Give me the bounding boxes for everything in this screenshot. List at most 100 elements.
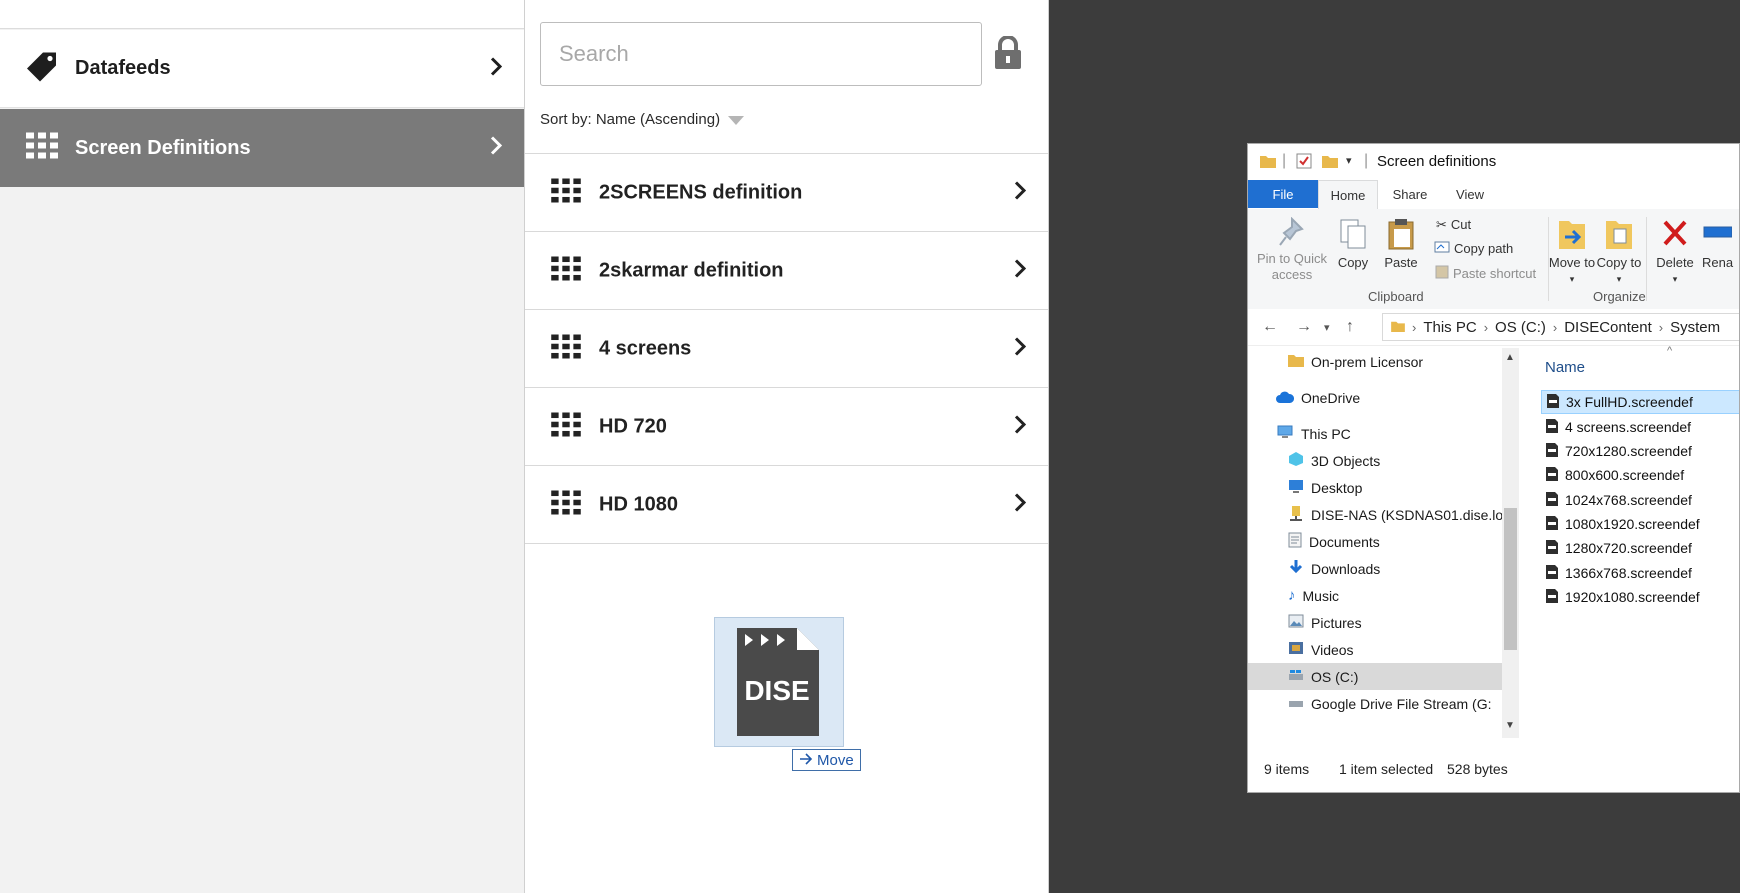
explorer-titlebar: | ▾ | Screen definitions <box>1248 144 1739 180</box>
tree-item[interactable]: OS (C:) <box>1248 663 1502 690</box>
file-name: 3x FullHD.screendef <box>1566 394 1693 410</box>
tree-item[interactable]: Desktop <box>1288 474 1362 501</box>
chevron-right-icon <box>1014 492 1027 517</box>
arrow-right-icon <box>799 752 813 769</box>
move-label-text: Move <box>817 751 854 769</box>
drag-move-tooltip: Move <box>792 749 861 771</box>
scroll-down-icon[interactable]: ▼ <box>1505 720 1515 731</box>
tree-item[interactable]: OneDrive <box>1276 384 1360 411</box>
file-item[interactable]: 3x FullHD.screendef <box>1541 390 1739 414</box>
rename-button[interactable]: Rena <box>1702 217 1739 271</box>
copy-to-icon <box>1606 221 1632 249</box>
tree-item[interactable]: Videos <box>1288 636 1354 663</box>
list-item[interactable]: HD 720 <box>525 388 1048 466</box>
file-name: 1920x1080.screendef <box>1565 589 1700 605</box>
tree-item[interactable]: On-prem Licensor <box>1288 348 1423 375</box>
ribbon: Pin to Quick access Copy Paste ✂ Cut Cop… <box>1248 209 1739 310</box>
tab-file[interactable]: File <box>1248 180 1318 208</box>
file-item[interactable]: 1280x720.screendef <box>1541 536 1692 560</box>
drag-ghost-file: DISE <box>714 617 844 747</box>
list-item[interactable]: 2SCREENS definition <box>525 154 1048 232</box>
tree-item[interactable]: Google Drive File Stream (G: <box>1288 690 1492 717</box>
file-item[interactable]: 1920x1080.screendef <box>1541 585 1700 609</box>
tab-home[interactable]: Home <box>1318 180 1378 209</box>
tree-item[interactable]: 3D Objects <box>1288 447 1380 474</box>
list-item-label: 2SCREENS definition <box>599 181 803 203</box>
drive-icon <box>1288 668 1304 685</box>
tree-item-label: This PC <box>1301 425 1351 442</box>
ribbon-tabs: File Home Share View <box>1248 180 1739 210</box>
breadcrumb-item[interactable]: System <box>1670 319 1720 336</box>
move-to-button[interactable]: Move to ▾ <box>1548 217 1596 287</box>
screendef-file-icon <box>1545 418 1559 437</box>
breadcrumb-item[interactable]: This PC <box>1423 319 1476 336</box>
delete-label: Delete <box>1656 255 1694 270</box>
properties-icon[interactable] <box>1296 153 1312 174</box>
quick-access-dropdown-icon[interactable]: ▾ <box>1346 154 1352 167</box>
pin-to-quick-access-button[interactable]: Pin to Quick access <box>1254 216 1330 283</box>
tree-item-label: 3D Objects <box>1311 452 1381 469</box>
scrollbar-thumb[interactable] <box>1504 508 1517 650</box>
file-explorer-window: | ▾ | Screen definitions File Home Share… <box>1247 143 1740 793</box>
list-item[interactable]: 4 screens <box>525 310 1048 388</box>
list-item[interactable]: 2skarmar definition <box>525 232 1048 310</box>
screendef-file-icon <box>1545 588 1559 607</box>
file-item[interactable]: 720x1280.screendef <box>1541 439 1692 463</box>
caret-down-icon <box>728 116 745 125</box>
tab-share[interactable]: Share <box>1380 180 1440 208</box>
new-folder-icon[interactable] <box>1322 154 1338 173</box>
screendef-file-icon <box>1545 442 1559 461</box>
definitions-list: 2SCREENS definition 2skarmar definition … <box>525 153 1048 544</box>
tree-item[interactable]: Downloads <box>1288 555 1380 582</box>
lock-icon[interactable] <box>993 35 1023 75</box>
copy-to-button[interactable]: Copy to ▾ <box>1596 217 1642 287</box>
paste-button[interactable]: Paste <box>1378 217 1424 271</box>
tree-item[interactable]: ♪ Music <box>1288 582 1339 609</box>
delete-x-icon <box>1663 220 1687 246</box>
sort-up-icon: ^ <box>1667 345 1673 357</box>
file-item[interactable]: 1080x1920.screendef <box>1541 512 1700 536</box>
file-item[interactable]: 800x600.screendef <box>1541 463 1684 487</box>
tab-view[interactable]: View <box>1440 180 1500 208</box>
delete-button[interactable]: Delete ▾ <box>1652 217 1698 287</box>
tree-item[interactable]: This PC <box>1276 420 1351 447</box>
rename-icon <box>1703 226 1733 238</box>
breadcrumb-item[interactable]: DISEContent <box>1564 319 1652 336</box>
move-to-icon <box>1559 221 1585 249</box>
tree-scrollbar[interactable]: ▲ ▼ <box>1502 348 1519 738</box>
dise-file-icon: DISE <box>737 628 819 736</box>
search-input[interactable] <box>540 22 982 86</box>
up-arrow-icon[interactable]: ↑ <box>1346 318 1354 336</box>
paste-shortcut-button[interactable]: Paste shortcut <box>1435 265 1536 283</box>
copy-label: Copy <box>1337 255 1369 270</box>
column-header-name[interactable]: Name <box>1545 359 1585 376</box>
tree-item[interactable]: Pictures <box>1288 609 1362 636</box>
ghost-logo-text: DISE <box>744 675 809 706</box>
recent-locations-icon[interactable]: ▾ <box>1324 321 1330 334</box>
folder-icon <box>1391 319 1405 336</box>
list-item-label: HD 720 <box>599 415 667 437</box>
file-item[interactable]: 4 screens.screendef <box>1541 415 1691 439</box>
back-arrow-icon[interactable]: ← <box>1262 318 1278 336</box>
tree-item[interactable]: DISE-NAS (KSDNAS01.dise.lo <box>1288 501 1502 528</box>
copy-to-label: Copy to <box>1596 255 1642 270</box>
sort-dropdown[interactable]: Sort by: Name (Ascending) <box>540 111 745 128</box>
list-item[interactable]: HD 1080 <box>525 466 1048 544</box>
desktop-icon <box>1288 479 1304 496</box>
cut-button[interactable]: ✂ Cut <box>1436 217 1471 233</box>
copy-button[interactable]: Copy <box>1330 217 1376 271</box>
scroll-up-icon[interactable]: ▲ <box>1505 352 1515 363</box>
file-item[interactable]: 1024x768.screendef <box>1541 488 1692 512</box>
breadcrumb-item[interactable]: OS (C:) <box>1495 319 1546 336</box>
file-item[interactable]: 1366x768.screendef <box>1541 561 1692 585</box>
breadcrumb[interactable]: › This PC › OS (C:) › DISEContent › Syst… <box>1382 313 1739 341</box>
nav-item-screen-definitions[interactable]: Screen Definitions <box>0 109 524 187</box>
tree-item[interactable]: Documents <box>1288 528 1380 555</box>
grid-icon <box>551 490 581 519</box>
nav-item-label: Datafeeds <box>75 57 171 79</box>
nav-item-datafeeds[interactable]: Datafeeds <box>0 30 524 108</box>
forward-arrow-icon[interactable]: → <box>1296 318 1312 336</box>
copy-path-button[interactable]: Copy path <box>1434 241 1513 257</box>
file-name: 800x600.screendef <box>1565 467 1685 483</box>
caret-down-icon: ▾ <box>1672 274 1678 284</box>
